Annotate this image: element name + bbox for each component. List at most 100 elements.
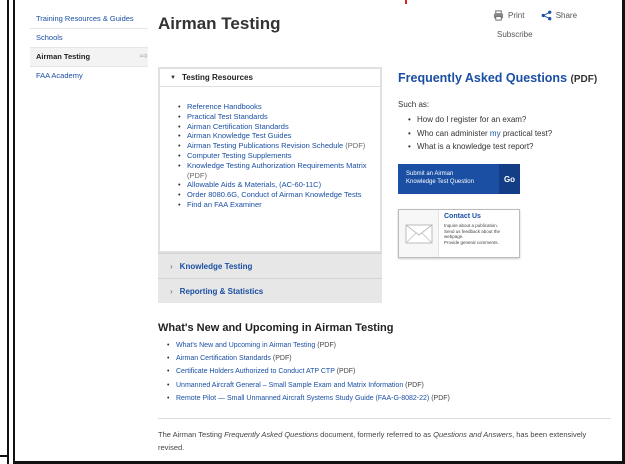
list-item[interactable]: Airman Certification Standards: [178, 122, 370, 132]
testing-resources-list: Reference Handbooks Practical Test Stand…: [178, 102, 370, 210]
accordion-header-knowledge-testing[interactable]: › Knowledge Testing: [158, 253, 382, 278]
accordion-header-label: Reporting & Statistics: [179, 286, 264, 296]
question-text: Who can administer: [417, 128, 490, 138]
list-item[interactable]: Airman Certification Standards (PDF): [167, 352, 450, 365]
envelope-icon: [399, 210, 439, 257]
news-link[interactable]: Airman Certification Standards: [176, 355, 271, 362]
list-item[interactable]: Reference Handbooks: [178, 102, 370, 112]
pdf-tag: (PDF): [570, 74, 598, 85]
resource-link[interactable]: Airman Certification Standards: [187, 122, 289, 131]
go-button[interactable]: Go: [499, 164, 520, 194]
faq-link[interactable]: Frequently Asked Questions: [398, 71, 567, 85]
ac-tag[interactable]: (AC-60-11C): [279, 180, 321, 189]
caret-down-icon: ▼: [170, 74, 176, 81]
news-link[interactable]: Remote Pilot — Small Unmanned Aircraft S…: [176, 395, 429, 402]
sidebar-item-airman-testing[interactable]: Airman Testing ⇨: [30, 48, 148, 67]
list-item[interactable]: What's New and Upcoming in Airman Testin…: [167, 339, 450, 352]
news-link[interactable]: Unmanned Aircraft General – Small Sample…: [176, 382, 403, 389]
print-button[interactable]: Print: [493, 10, 524, 21]
print-icon: [493, 10, 504, 21]
page-tools: Print Share Subscribe: [493, 10, 591, 39]
question-text: What is a knowledge test report?: [417, 142, 534, 151]
chevron-right-icon: ›: [170, 261, 173, 271]
contact-description: Inquire about a publication. Send us fee…: [444, 223, 500, 245]
accordion-body: Reference Handbooks Practical Test Stand…: [160, 87, 380, 251]
sidebar-item-label: Airman Testing: [36, 52, 91, 61]
list-item[interactable]: Knowledge Testing Authorization Requirem…: [178, 161, 370, 181]
contact-line: Inquire about a publication.: [444, 223, 499, 228]
chevron-right-icon: ›: [170, 286, 173, 296]
left-frame-bottom: [0, 455, 9, 457]
resource-link[interactable]: Airman Testing Publications Revision Sch…: [187, 141, 343, 150]
resource-link[interactable]: Practical Test Standards: [187, 112, 268, 121]
list-item[interactable]: Certificate Holders Authorized to Conduc…: [167, 365, 450, 378]
accordion-header-testing-resources[interactable]: ▼ Testing Resources: [160, 69, 380, 87]
pdf-tag: (PDF): [187, 170, 207, 180]
pdf-tag: (PDF): [317, 342, 336, 349]
list-item[interactable]: Airman Knowledge Test Guides: [178, 131, 370, 141]
resource-link[interactable]: Reference Handbooks: [187, 102, 262, 111]
submit-line: Submit an Airman: [406, 171, 454, 177]
divider: [158, 418, 611, 419]
news-link[interactable]: Certificate Holders Authorized to Conduc…: [176, 368, 335, 375]
pdf-tag: (PDF): [336, 368, 356, 376]
footnote-text: The Airman Testing: [158, 430, 225, 439]
left-frame-edge: [0, 0, 9, 464]
news-link[interactable]: What's New and Upcoming in Airman Testin…: [176, 342, 315, 349]
resource-link[interactable]: Order 8080.6G, Conduct of Airman Knowled…: [187, 190, 362, 199]
footnote-emphasis: Questions and Answers: [433, 430, 513, 439]
red-marker: [405, 0, 407, 4]
footnote-text: document, formerly referred to as: [318, 430, 434, 439]
submit-line: Knowledge Test Question: [406, 179, 474, 185]
list-item[interactable]: Computer Testing Supplements: [178, 151, 370, 161]
contact-title[interactable]: Contact Us: [444, 213, 500, 220]
accordion-header-reporting-statistics[interactable]: › Reporting & Statistics: [158, 278, 382, 303]
pdf-tag: (PDF): [431, 394, 450, 402]
list-item[interactable]: Find an FAA Examiner: [178, 200, 370, 210]
sidebar-item-schools[interactable]: Schools: [30, 29, 148, 48]
subscribe-label: Subscribe: [497, 30, 533, 39]
testing-accordion: ▼ Testing Resources Reference Handbooks …: [158, 67, 382, 303]
accordion-header-label: Knowledge Testing: [179, 261, 253, 271]
question-link[interactable]: my: [490, 129, 501, 138]
pdf-tag: (PDF): [345, 141, 366, 151]
resource-link[interactable]: Allowable Aids & Materials,: [187, 180, 277, 189]
pdf-tag: (PDF): [272, 355, 292, 363]
list-item[interactable]: Allowable Aids & Materials, (AC-60-11C): [178, 180, 370, 190]
whats-new-heading: What's New and Upcoming in Airman Testin…: [158, 322, 394, 334]
list-item: What is a knowledge test report?: [408, 140, 552, 154]
submit-question-button[interactable]: Submit an Airman Knowledge Test Question…: [398, 164, 520, 194]
contact-us-card[interactable]: Contact Us Inquire about a publication. …: [398, 209, 520, 258]
whats-new-list: What's New and Upcoming in Airman Testin…: [167, 339, 450, 405]
pdf-tag: (PDF): [405, 381, 424, 389]
share-button[interactable]: Share: [541, 10, 577, 21]
arrow-right-icon: ⇨: [139, 51, 148, 62]
list-item: Who can administer my practical test?: [408, 127, 552, 141]
list-item[interactable]: Unmanned Aircraft General – Small Sample…: [167, 379, 450, 392]
footnote: The Airman Testing Frequently Asked Ques…: [158, 428, 612, 454]
resource-link[interactable]: Find an FAA Examiner: [187, 200, 262, 209]
accordion-header-label: Testing Resources: [181, 73, 253, 82]
question-text: How do I register for an exam?: [417, 115, 527, 124]
sidebar-item-faa-academy[interactable]: FAA Academy: [30, 67, 148, 86]
list-item[interactable]: Practical Test Standards: [178, 112, 370, 122]
list-item[interactable]: Airman Testing Publications Revision Sch…: [178, 141, 370, 151]
submit-question-text: Submit an Airman Knowledge Test Question: [398, 164, 499, 194]
question-text: practical test?: [500, 128, 553, 138]
share-label: Share: [555, 11, 578, 20]
footnote-emphasis: Frequently Asked Questions: [224, 430, 319, 439]
resource-link[interactable]: Computer Testing Supplements: [187, 151, 292, 160]
resource-link[interactable]: Airman Knowledge Test Guides: [187, 131, 292, 140]
list-item: How do I register for an exam?: [408, 113, 552, 127]
list-item[interactable]: Remote Pilot — Small Unmanned Aircraft S…: [167, 392, 450, 405]
list-item[interactable]: Order 8080.6G, Conduct of Airman Knowled…: [178, 190, 370, 200]
sidebar-nav: Training Resources & Guides Schools Airm…: [30, 10, 148, 86]
print-label: Print: [508, 11, 525, 20]
resource-link[interactable]: Knowledge Testing Authorization Requirem…: [187, 161, 367, 170]
sidebar-item-training-resources[interactable]: Training Resources & Guides: [30, 10, 148, 29]
subscribe-button[interactable]: Subscribe: [493, 30, 533, 39]
share-icon: [541, 10, 552, 21]
page-title: Airman Testing: [158, 14, 281, 33]
faq-question-list: How do I register for an exam? Who can a…: [408, 113, 552, 154]
accordion-panel-open: ▼ Testing Resources Reference Handbooks …: [158, 67, 382, 253]
